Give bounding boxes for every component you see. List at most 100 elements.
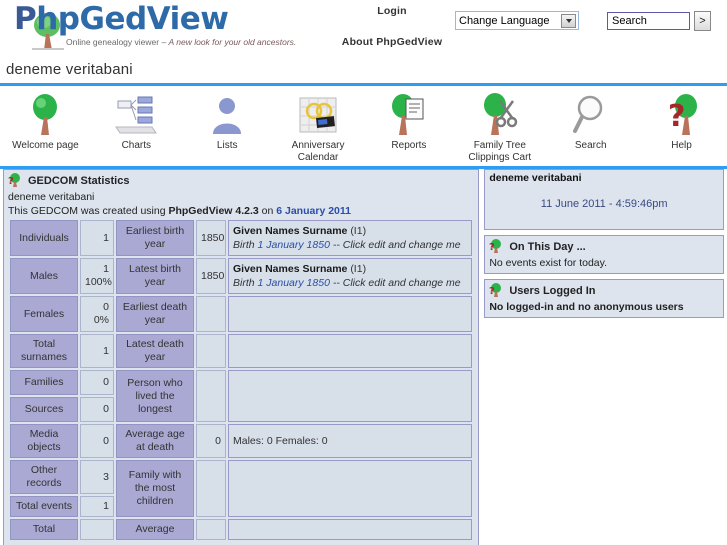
- stat-label: Latest birth year: [116, 258, 194, 294]
- report-icon: [364, 92, 455, 138]
- created-app-version: PhpGedView 4.2.3: [168, 205, 259, 217]
- search-submit-button[interactable]: >: [694, 11, 711, 31]
- gedcom-statistics-header: ? GEDCOM Statistics: [4, 170, 478, 190]
- created-prefix: This GEDCOM was created using: [8, 205, 169, 217]
- stat-value: 0: [196, 424, 226, 458]
- stat-value: 1850: [196, 220, 226, 256]
- on-this-day-panel: ? On This Day ... No events exist for to…: [484, 235, 724, 274]
- gedcom-created-line: This GEDCOM was created using PhpGedView…: [8, 204, 474, 218]
- nav-search[interactable]: Search: [545, 90, 636, 166]
- users-logged-in-panel: ? Users Logged In No logged-in and no an…: [484, 279, 724, 318]
- table-row: Families 0 Person who lived the longest: [10, 370, 473, 422]
- svg-text:?: ?: [668, 99, 685, 134]
- page-title: deneme veritabani: [6, 61, 133, 78]
- stat-label: Individuals: [10, 220, 78, 256]
- stat-label: Earliest birth year: [116, 220, 194, 256]
- nav-anniversary-calendar[interactable]: Anniversary Calendar: [273, 90, 364, 166]
- tagline-plain: Online genealogy viewer –: [66, 37, 169, 47]
- logo-title-part1: P: [14, 1, 37, 37]
- nav-lists[interactable]: Lists: [182, 90, 273, 166]
- stat-label: Media objects: [10, 424, 78, 458]
- table-row: Females 0 0% Earliest death year: [10, 296, 473, 332]
- nav-label: Anniversary Calendar: [291, 140, 345, 163]
- gedcom-database-name: deneme veritabani: [8, 191, 95, 203]
- change-language-select[interactable]: Change Language: [455, 11, 579, 30]
- stat-detail: [228, 519, 473, 540]
- tree-icon: ?: [489, 283, 502, 297]
- stat-value: 1: [80, 334, 114, 368]
- stat-label: Family with the most children: [116, 460, 194, 517]
- question-icon: ?: [636, 92, 727, 138]
- person-name[interactable]: Given Names Surname: [233, 225, 347, 237]
- stat-value-empty: [196, 334, 226, 368]
- chevron-down-icon[interactable]: [561, 14, 576, 28]
- stat-value: 3: [80, 460, 114, 494]
- tagline-italic: A new look for your old ancestors.: [168, 37, 297, 47]
- stat-value: 1 100%: [80, 258, 114, 294]
- person-icon: [182, 92, 273, 138]
- nav-label: Lists: [216, 140, 238, 151]
- gedcom-statistics-panel: ? GEDCOM Statistics deneme veritabani Th…: [3, 169, 480, 545]
- on-this-day-header: ? On This Day ...: [485, 236, 723, 256]
- search-input[interactable]: [607, 12, 690, 30]
- current-datetime: 11 June 2011 - 4:59:46pm: [540, 198, 668, 210]
- tree-icon: [0, 92, 91, 138]
- nav-reports[interactable]: Reports: [364, 90, 455, 166]
- logo-title: PhpGedView: [14, 2, 304, 36]
- database-info-body: deneme veritabani 11 June 2011 - 4:59:46…: [485, 170, 723, 229]
- users-logged-in-header: ? Users Logged In: [485, 280, 723, 300]
- nav-label: Family Tree Clippings Cart: [468, 140, 532, 163]
- created-middle: on: [258, 205, 277, 217]
- nav-label: Charts: [121, 140, 152, 151]
- stat-label: Total events: [10, 496, 78, 517]
- stat-label: Average: [116, 519, 194, 540]
- event-date: 1 January 1850: [257, 277, 330, 289]
- nav-welcome-page[interactable]: Welcome page: [0, 90, 91, 166]
- person-id: (I1): [350, 263, 367, 275]
- stat-value: 0: [80, 424, 114, 458]
- stat-label: Average age at death: [116, 424, 194, 458]
- svg-text:?: ?: [8, 176, 14, 187]
- stat-detail: Given Names Surname (I1) Birth 1 January…: [228, 220, 473, 256]
- created-date[interactable]: 6 January 2011: [276, 205, 351, 217]
- stat-detail: [228, 334, 473, 368]
- stat-value-empty: [196, 370, 226, 422]
- stat-label: Other records: [10, 460, 78, 494]
- calendar-icon: [273, 92, 364, 138]
- users-logged-in-title: Users Logged In: [509, 284, 596, 297]
- nav-label: Help: [671, 140, 692, 151]
- login-link[interactable]: Login: [322, 5, 462, 17]
- event-prefix: Birth: [233, 277, 258, 289]
- stat-value: 1850: [196, 258, 226, 294]
- svg-text:?: ?: [489, 286, 495, 297]
- database-title: deneme veritabani: [489, 172, 582, 184]
- app-logo[interactable]: PhpGedView Online genealogy viewer – A n…: [14, 2, 304, 52]
- nav-clippings-cart[interactable]: Family Tree Clippings Cart: [454, 90, 545, 166]
- header-links: Login About PhpGedView: [322, 5, 462, 48]
- main-navigation: Welcome page Charts Lists Anniversary Ca…: [0, 86, 727, 166]
- stat-value-empty: [196, 460, 226, 517]
- nav-help[interactable]: ? Help: [636, 90, 727, 166]
- about-link[interactable]: About PhpGedView: [322, 36, 462, 48]
- right-sidebar: deneme veritabani 11 June 2011 - 4:59:46…: [484, 169, 724, 323]
- nav-label: Search: [574, 140, 607, 151]
- stat-detail: Males: 0 Females: 0: [228, 424, 473, 458]
- users-logged-in-text: No logged-in and no anonymous users: [489, 301, 684, 313]
- stat-label: Person who lived the longest: [116, 370, 194, 422]
- stat-value-empty: [196, 296, 226, 332]
- stat-value-empty: [196, 519, 226, 540]
- table-row: Media objects 0 Average age at death 0 M…: [10, 424, 473, 458]
- language-select-label: Change Language: [459, 14, 550, 27]
- nav-charts[interactable]: Charts: [91, 90, 182, 166]
- stat-label: Total surnames: [10, 334, 78, 368]
- users-logged-in-body: No logged-in and no anonymous users: [485, 300, 723, 317]
- stat-value: 0: [80, 370, 114, 395]
- table-row: Total Average: [10, 519, 473, 540]
- event-prefix: Birth: [233, 239, 258, 251]
- on-this-day-title: On This Day ...: [509, 240, 586, 253]
- person-name[interactable]: Given Names Surname: [233, 263, 347, 275]
- gedcom-statistics-title: GEDCOM Statistics: [28, 174, 130, 187]
- table-row: Total surnames 1 Latest death year: [10, 334, 473, 368]
- scissors-icon: [454, 92, 545, 138]
- stat-value: [80, 519, 114, 540]
